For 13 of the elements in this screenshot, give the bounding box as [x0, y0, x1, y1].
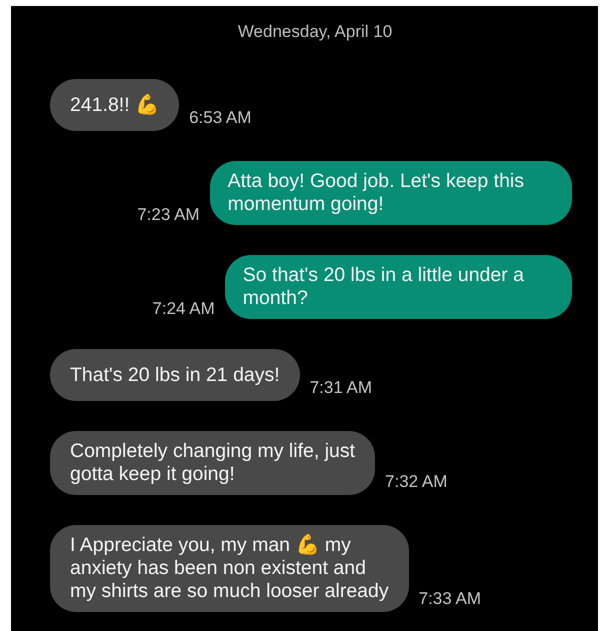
message-time: 6:53 AM — [189, 108, 252, 128]
message-bubble: 241.8!! 💪 — [50, 79, 180, 131]
message-time: 7:33 AM — [418, 589, 481, 609]
message-bubble: So that's 20 lbs in a little under a month? — [224, 255, 572, 319]
message-time: 7:31 AM — [310, 378, 372, 398]
message-bubble: I Appreciate you, my man 💪 my anxiety has been non existent and my shirts are so much looser already — [50, 525, 409, 612]
message-bubble: Completely changing my life, just gotta keep it going! — [50, 431, 376, 495]
message-time: 7:24 AM — [152, 299, 215, 319]
message-bubble: Atta boy! Good job. Let's keep this momentum going! — [210, 161, 572, 225]
date-header: Wednesday, April 10 — [238, 22, 392, 42]
message-time: 7:23 AM — [137, 205, 200, 225]
message-time: 7:32 AM — [385, 472, 448, 492]
message-bubble: That's 20 lbs in 21 days! — [50, 349, 300, 401]
